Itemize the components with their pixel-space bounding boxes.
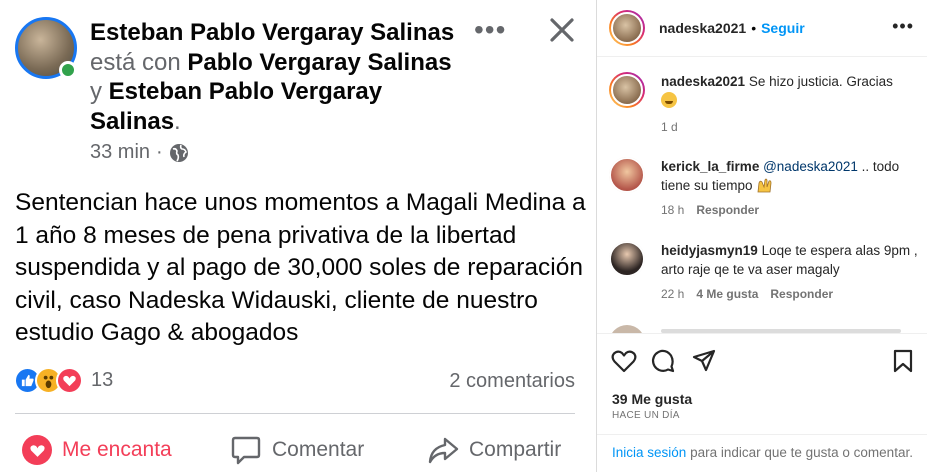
reply-button[interactable]: Responder (770, 287, 833, 301)
raised-hands-emoji-icon (757, 178, 772, 193)
comment-username[interactable]: kerick_la_firme (661, 159, 759, 174)
comment-username[interactable]: heidyjasmyn19 (661, 243, 758, 258)
comment-text-block: heidyjasmyn19 Loqe te espera alas 9pm , … (661, 241, 921, 279)
share-icon[interactable] (692, 349, 716, 373)
instagram-sidebar: nadeska2021 • Seguir ••• nadeska2021 Se … (596, 0, 927, 472)
header-dot: • (751, 20, 757, 36)
list-item: nadeska2021 Se hizo justicia. Gracias 1 … (609, 72, 924, 142)
love-reaction-icon (56, 366, 83, 394)
login-text: para indicar que te gusta o comentar. (690, 445, 913, 460)
globe-icon (169, 143, 188, 162)
tagged-user-2[interactable]: Esteban Pablo Vergaray Salinas (90, 78, 382, 135)
share-arrow-icon (428, 437, 459, 464)
love-button[interactable]: Me encanta (22, 432, 172, 468)
facebook-post: Esteban Pablo Vergaray Salinas está con … (0, 0, 596, 472)
share-button-label: Compartir (469, 438, 562, 461)
post-age: HACE UN DÍA (612, 410, 680, 421)
comment-mention[interactable]: @nadeska2021 (763, 159, 858, 174)
login-link[interactable]: Inicia sesión (612, 445, 686, 460)
love-button-label: Me encanta (62, 438, 172, 461)
comment-time[interactable]: 1 d (661, 120, 678, 134)
header-avatar[interactable] (609, 10, 645, 46)
commenter-avatar[interactable] (609, 241, 645, 277)
commenter-avatar[interactable] (609, 72, 645, 108)
author-name[interactable]: Esteban Pablo Vergaray Salinas (90, 19, 454, 46)
header-user-line: nadeska2021 • Seguir (659, 20, 805, 36)
header-username[interactable]: nadeska2021 (659, 20, 746, 36)
comment-time[interactable]: 22 h (661, 287, 684, 301)
comment-time[interactable]: 18 h (661, 203, 684, 217)
list-item (609, 325, 924, 333)
comment-count[interactable]: 2 comentarios (449, 370, 575, 393)
post-meta: 33 min · (90, 141, 189, 164)
comment-meta: 22 h 4 Me gusta Responder (661, 287, 833, 301)
comment-text-block: nadeska2021 Se hizo justicia. Gracias (661, 72, 921, 110)
likes-count[interactable]: 39 Me gusta (612, 391, 692, 407)
comment-button-label: Comentar (272, 438, 365, 461)
online-status-dot (59, 61, 77, 79)
list-item: kerick_la_firme @nadeska2021 .. todo tie… (609, 157, 924, 222)
comment-icon[interactable] (651, 349, 675, 373)
meta-separator: · (156, 141, 163, 163)
heart-icon[interactable] (611, 349, 637, 373)
period: . (174, 107, 181, 135)
post-header-text: Esteban Pablo Vergaray Salinas está con … (90, 18, 470, 136)
post-header: nadeska2021 • Seguir ••• (597, 0, 927, 57)
more-options-icon[interactable]: ••• (892, 16, 914, 37)
comment-meta: 1 d (661, 120, 678, 134)
comment-username[interactable]: nadeska2021 (661, 74, 745, 89)
comment-text: Se hizo justicia. Gracias (748, 74, 893, 89)
comments-list[interactable]: nadeska2021 Se hizo justicia. Gracias 1 … (597, 57, 927, 333)
commenter-avatar[interactable] (609, 157, 645, 193)
comment-button[interactable]: Comentar (230, 432, 364, 468)
reply-button[interactable]: Responder (696, 203, 759, 217)
comment-bubble-icon (231, 436, 261, 465)
reactions-summary[interactable]: 13 (14, 365, 113, 395)
actions-divider (15, 413, 575, 414)
and-word: y (90, 78, 102, 105)
list-item: heidyjasmyn19 Loqe te espera alas 9pm , … (609, 241, 924, 306)
reaction-count: 13 (91, 368, 114, 391)
post-body: Sentencian hace unos momentos a Magali M… (15, 189, 586, 346)
post-time[interactable]: 33 min (90, 141, 150, 164)
grinning-emoji-icon (661, 92, 677, 108)
more-options-button[interactable]: ••• (474, 14, 506, 46)
with-prefix: está con (90, 48, 181, 76)
commenter-avatar[interactable] (609, 325, 645, 333)
tagged-user-1[interactable]: Pablo Vergaray Salinas (187, 49, 451, 76)
close-icon[interactable] (548, 16, 576, 44)
post-actions-bar (597, 333, 927, 383)
comment-likes[interactable]: 4 Me gusta (696, 287, 758, 301)
follow-button[interactable]: Seguir (761, 20, 805, 36)
login-prompt: Inicia sesión para indicar que te gusta … (597, 434, 927, 462)
share-button[interactable]: Compartir (427, 432, 561, 468)
bookmark-icon[interactable] (893, 349, 913, 373)
comment-text-block: kerick_la_firme @nadeska2021 .. todo tie… (661, 157, 921, 195)
heart-icon (22, 435, 52, 465)
comment-meta: 18 h Responder (661, 203, 759, 217)
